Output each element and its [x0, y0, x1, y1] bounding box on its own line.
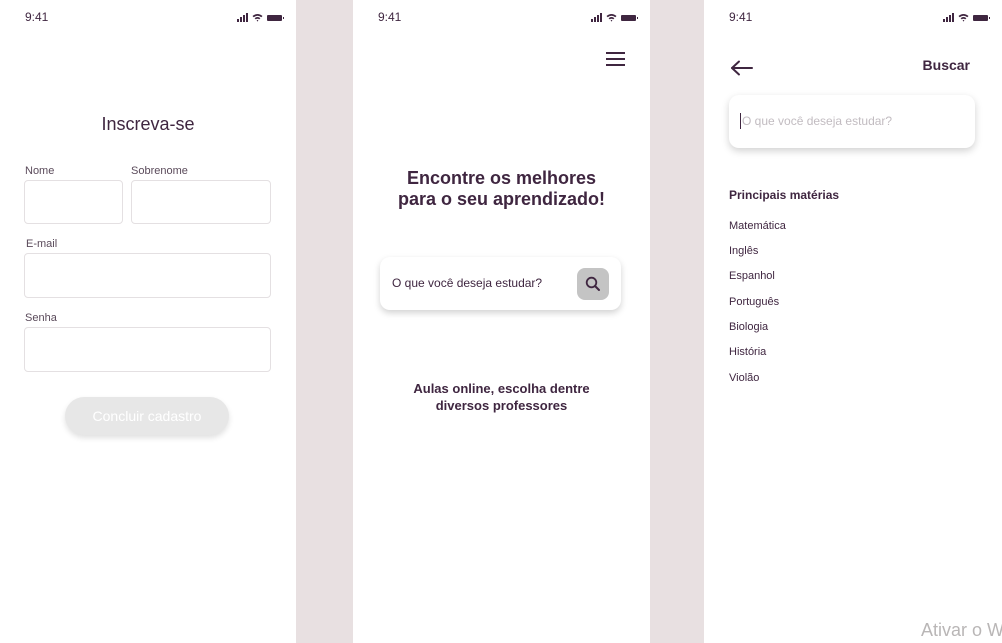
status-time: 9:41 — [25, 10, 49, 24]
battery-icon — [973, 15, 990, 21]
text-cursor — [740, 113, 741, 129]
search-button[interactable] — [577, 268, 609, 300]
subject-item[interactable]: Português — [729, 296, 779, 308]
search-icon — [585, 276, 600, 291]
status-time: 9:41 — [378, 10, 402, 24]
last-name-label: Sobrenome — [131, 165, 188, 177]
activation-watermark: Ativar o W — [921, 620, 1002, 640]
subject-item[interactable]: Violão — [729, 372, 759, 384]
subject-item[interactable]: Espanhol — [729, 270, 775, 282]
password-label: Senha — [25, 312, 57, 324]
subtitle: Aulas online, escolha dentre diversos pr… — [353, 380, 650, 414]
headline: Encontre os melhores para o seu aprendiz… — [353, 168, 650, 210]
email-label: E-mail — [26, 238, 58, 250]
status-bar: 9:41 — [729, 10, 990, 26]
signup-screen: 9:41 Inscreva-se Nome Sobrenome E-mail S… — [0, 0, 296, 643]
password-field[interactable] — [24, 327, 271, 372]
search-text: O que você deseja estudar? — [392, 276, 543, 290]
battery-icon — [621, 15, 638, 21]
signal-icon — [237, 13, 248, 22]
search-placeholder: O que você deseja estudar? — [742, 114, 893, 128]
status-bar: 9:41 — [378, 10, 638, 26]
signal-icon — [591, 13, 602, 22]
email-field[interactable] — [24, 253, 271, 298]
search-input[interactable]: O que você deseja estudar? — [729, 95, 975, 148]
search-bar[interactable]: O que você deseja estudar? — [380, 257, 621, 310]
search-action-button[interactable]: Buscar — [923, 57, 970, 73]
page-title: Inscreva-se — [101, 114, 195, 134]
wifi-icon — [252, 14, 263, 22]
hamburger-menu-icon[interactable] — [606, 52, 625, 66]
signal-icon — [943, 13, 954, 22]
arrow-left-icon[interactable] — [730, 60, 754, 76]
section-title: Principais matérias — [729, 188, 840, 202]
subject-item[interactable]: História — [729, 346, 766, 358]
wifi-icon — [958, 14, 969, 22]
status-time: 9:41 — [729, 10, 753, 24]
last-name-field[interactable] — [131, 180, 271, 224]
search-screen: 9:41 Buscar O que você deseja estudar? P… — [704, 0, 1002, 643]
subject-item[interactable]: Biologia — [729, 321, 768, 333]
headline-line-1: Encontre os melhores — [406, 168, 597, 188]
subject-item[interactable]: Matemática — [729, 220, 786, 232]
wifi-icon — [606, 14, 617, 22]
first-name-field[interactable] — [24, 180, 123, 224]
subtitle-line-1: Aulas online, escolha dentre — [413, 381, 590, 396]
battery-icon — [267, 15, 284, 21]
subject-item[interactable]: Inglês — [729, 245, 758, 257]
submit-button[interactable]: Concluir cadastro — [65, 397, 229, 435]
headline-line-2: para o seu aprendizado! — [397, 189, 606, 209]
subtitle-line-2: diversos professores — [435, 398, 568, 413]
status-bar: 9:41 — [25, 10, 284, 26]
first-name-label: Nome — [25, 165, 55, 177]
home-screen: 9:41 Encontre os melhores para o seu apr… — [353, 0, 650, 643]
